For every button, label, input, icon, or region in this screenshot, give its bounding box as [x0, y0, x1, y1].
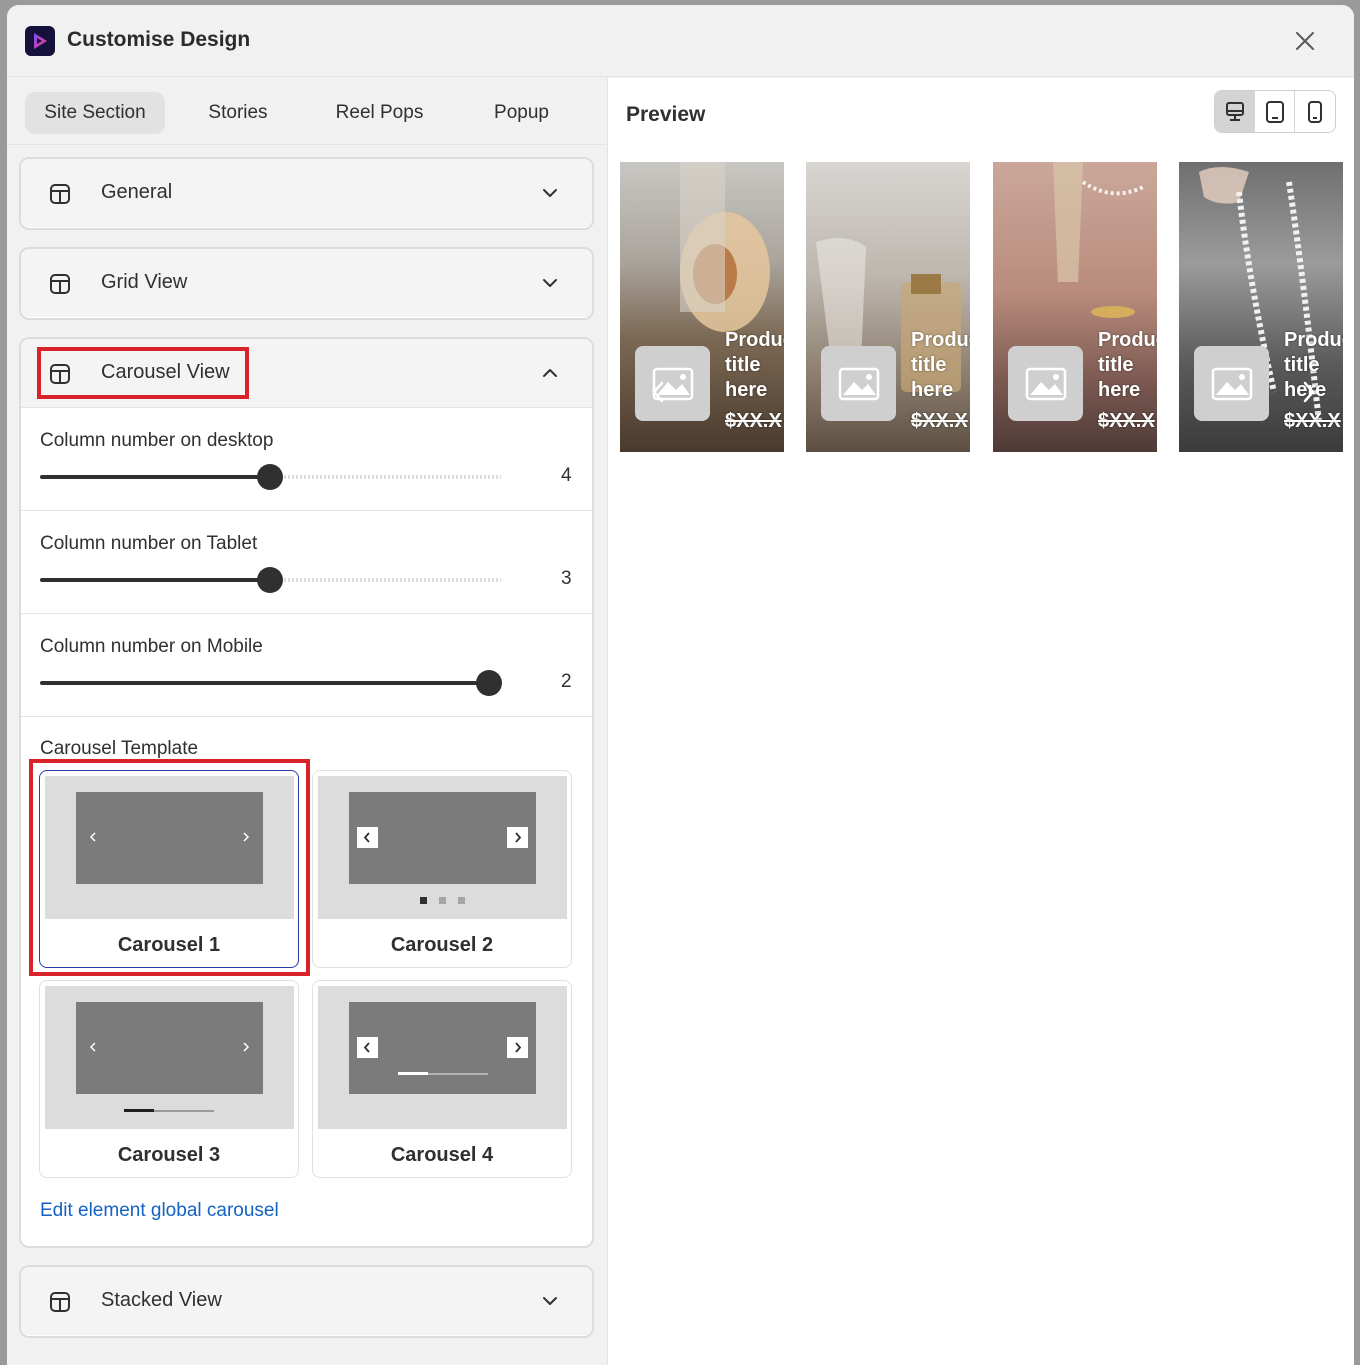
- product-price: $XX.X: [1284, 410, 1341, 432]
- tablet-icon: [1266, 101, 1284, 123]
- template-carousel-1-label: Carousel 1: [117, 934, 221, 956]
- preview-title: Preview: [626, 103, 706, 126]
- product-thumbnail: [1194, 346, 1269, 421]
- image-placeholder-icon: [838, 367, 880, 401]
- chevron-left-icon: [89, 832, 96, 842]
- image-placeholder-icon: [1211, 367, 1253, 401]
- slider-tablet-handle[interactable]: [257, 567, 283, 593]
- template-carousel-3[interactable]: Carousel 3: [39, 980, 299, 1178]
- preview-card[interactable]: Productitlehere $XX.X: [1179, 162, 1343, 452]
- chevron-down-icon[interactable]: [542, 185, 558, 206]
- carousel-template-heading: Carousel Template: [40, 738, 199, 759]
- modal-title: Customise Design: [67, 28, 251, 51]
- template-carousel-3-label: Carousel 3: [117, 1144, 221, 1166]
- tablet-view-button[interactable]: [1255, 91, 1295, 132]
- close-icon[interactable]: [1294, 30, 1316, 52]
- panel-general-header[interactable]: General: [21, 159, 592, 227]
- chevron-left-icon: [357, 1037, 378, 1058]
- panel-carousel-view-header[interactable]: Carousel View: [21, 339, 592, 407]
- slider-mobile-label: Column number on Mobile: [40, 636, 263, 657]
- mobile-view-button[interactable]: [1295, 91, 1335, 132]
- slider-mobile-track[interactable]: [40, 670, 502, 696]
- slider-desktop-value: 4: [561, 465, 572, 486]
- slider-desktop: Column number on desktop 4: [21, 407, 592, 510]
- panel-carousel-view: Carousel View Column number on desktop 4…: [19, 337, 594, 1248]
- tab-site-section[interactable]: Site Section: [25, 92, 165, 134]
- layout-icon: [49, 273, 71, 300]
- slider-tablet-value: 3: [561, 568, 572, 589]
- panel-grid-view-header[interactable]: Grid View: [21, 249, 592, 317]
- template-carousel-1[interactable]: Carousel 1: [39, 770, 299, 968]
- customise-design-modal: Customise Design Site Section Stories Re…: [7, 5, 1354, 1365]
- product-title: Productitlehere: [725, 329, 784, 401]
- preview-card[interactable]: Productitlehere $XX.X: [806, 162, 970, 452]
- carousel-next-icon[interactable]: [1295, 377, 1321, 407]
- product-title: Productitlehere: [911, 329, 970, 401]
- panel-stacked-view-title: Stacked View: [101, 1289, 222, 1311]
- template-carousel-2-label: Carousel 2: [390, 934, 494, 956]
- chevron-left-icon: [89, 1042, 96, 1052]
- slider-tablet-track[interactable]: [40, 567, 501, 593]
- chevron-down-icon[interactable]: [542, 1293, 558, 1314]
- slider-desktop-track[interactable]: [40, 464, 501, 490]
- slider-mobile-handle[interactable]: [476, 670, 502, 696]
- tab-reel-pops[interactable]: Reel Pops: [317, 92, 442, 134]
- carousel-template-section: Carousel Template Carousel 1 Carousel 2 …: [21, 716, 592, 1246]
- chevron-right-icon: [507, 1037, 528, 1058]
- panel-general-title: General: [101, 181, 173, 203]
- panel-stacked-view-header[interactable]: Stacked View: [21, 1267, 592, 1335]
- progress-bar: [124, 1109, 214, 1112]
- tab-stories[interactable]: Stories: [183, 92, 293, 134]
- panel-grid-view-title: Grid View: [101, 271, 188, 293]
- slider-tablet: Column number on Tablet 3: [21, 510, 592, 613]
- product-price: $XX.X: [725, 410, 782, 432]
- product-thumbnail: [1008, 346, 1083, 421]
- template-carousel-2[interactable]: Carousel 2: [312, 770, 572, 968]
- slider-mobile-value: 2: [561, 671, 572, 692]
- preview-card[interactable]: Productitlehere $XX.X: [620, 162, 784, 452]
- desktop-view-button[interactable]: [1215, 91, 1255, 132]
- mobile-icon: [1308, 101, 1322, 123]
- template-carousel-4-label: Carousel 4: [390, 1144, 494, 1166]
- panel-carousel-view-title: Carousel View: [101, 361, 230, 383]
- settings-column: Site Section Stories Reel Pops Popup Gen…: [7, 78, 606, 1365]
- carousel-prev-icon[interactable]: [646, 377, 672, 407]
- app-logo-icon: [25, 26, 55, 56]
- product-thumbnail: [821, 346, 896, 421]
- panel-general: General: [19, 157, 594, 230]
- image-placeholder-icon: [1025, 367, 1067, 401]
- desktop-icon: [1226, 102, 1244, 121]
- product-price: $XX.X: [911, 410, 968, 432]
- template-carousel-4[interactable]: Carousel 4: [312, 980, 572, 1178]
- preview-column: Preview Productitlehere $XX.X: [607, 78, 1354, 1365]
- chevron-right-icon: [243, 1042, 250, 1052]
- slider-desktop-handle[interactable]: [257, 464, 283, 490]
- panel-stacked-view: Stacked View: [19, 1265, 594, 1338]
- layout-icon: [49, 363, 71, 390]
- modal-header: Customise Design: [7, 5, 1354, 77]
- layout-icon: [49, 183, 71, 210]
- panel-grid-view: Grid View: [19, 247, 594, 320]
- device-toggle: [1214, 90, 1336, 133]
- slider-desktop-label: Column number on desktop: [40, 430, 274, 451]
- chevron-right-icon: [243, 832, 250, 842]
- layout-icon: [49, 1291, 71, 1318]
- chevron-down-icon[interactable]: [542, 275, 558, 296]
- edit-global-carousel-link[interactable]: Edit element global carousel: [40, 1200, 279, 1222]
- product-price: $XX.X: [1098, 410, 1155, 432]
- progress-bar: [398, 1072, 488, 1075]
- tab-bar: Site Section Stories Reel Pops Popup: [7, 78, 606, 145]
- tab-popup[interactable]: Popup: [469, 92, 574, 134]
- product-title: Productitlehere: [1098, 329, 1157, 401]
- chevron-right-icon: [507, 827, 528, 848]
- chevron-left-icon: [357, 827, 378, 848]
- slider-mobile: Column number on Mobile 2: [21, 613, 592, 716]
- preview-card[interactable]: Productitlehere $XX.X: [993, 162, 1157, 452]
- slider-tablet-label: Column number on Tablet: [40, 533, 258, 554]
- chevron-up-icon[interactable]: [542, 365, 558, 386]
